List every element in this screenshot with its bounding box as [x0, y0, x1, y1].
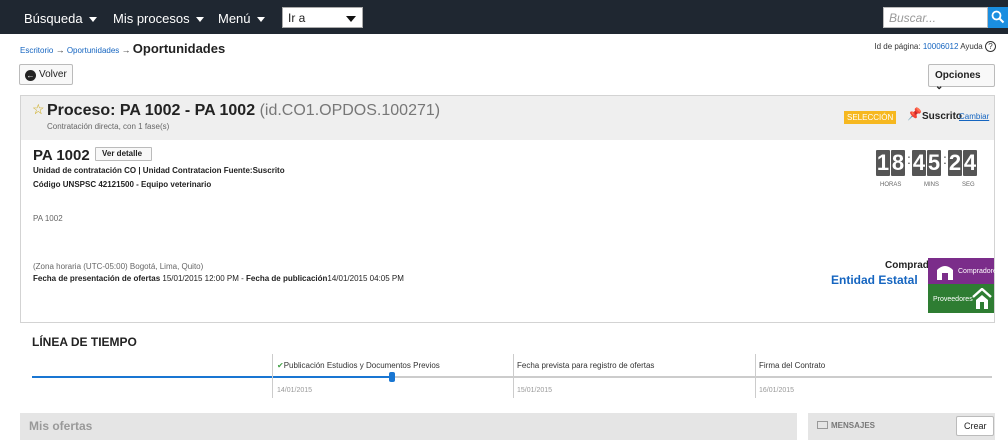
timeline-step-3: Firma del Contrato	[759, 361, 825, 370]
chevron-down-icon	[88, 17, 97, 23]
timeline-divider	[272, 354, 273, 398]
timezone: (Zona horaria (UTC-05:00) Bogotá, Lima, …	[33, 262, 204, 271]
buyers-badge: Compradores	[928, 258, 1000, 284]
timer-digit: 8	[891, 150, 905, 176]
unspsc-code: Código UNSPSC 42121500 - Equipo veterina…	[33, 180, 212, 189]
publication-date-label: Fecha de publicación	[246, 274, 328, 283]
timeline-step-2-label: Fecha prevista para registro de ofertas	[517, 361, 655, 370]
my-offers-section: Mis ofertas	[20, 413, 797, 440]
breadcrumb-link-oportunidades[interactable]: Oportunidades	[67, 46, 119, 55]
breadcrumb: Escritorio → Oportunidades → Oportunidad…	[20, 41, 225, 56]
timeline-step-2: Fecha prevista para registro de ofertas	[517, 361, 654, 370]
pin-icon: 📌	[907, 107, 922, 121]
envelope-icon	[817, 421, 828, 429]
menu-mis-procesos-label: Mis procesos	[113, 11, 190, 26]
supplier-icon	[972, 288, 992, 309]
page-id-label: Id de página:	[874, 42, 921, 51]
menu-menu-label: Menú	[218, 11, 251, 26]
timeline-divider	[513, 354, 514, 398]
timer-digit: 4	[912, 150, 926, 176]
menu-menu[interactable]: Menú	[218, 11, 265, 26]
breadcrumb-link-escritorio[interactable]: Escritorio	[20, 46, 53, 55]
publication-date: 14/01/2015 04:05 PM	[327, 274, 404, 283]
back-button-label: Volver	[39, 69, 67, 80]
back-button[interactable]: ← Volver	[19, 64, 73, 85]
timeline-step-1-label: Publicación Estudios y Documentos Previo…	[283, 361, 440, 370]
process-dates: Fecha de presentación de ofertas 15/01/2…	[33, 274, 404, 283]
contracting-unit: Unidad de contratación CO | Unidad Contr…	[33, 166, 285, 175]
menu-mis-procesos[interactable]: Mis procesos	[113, 11, 204, 26]
timer-hours-label: HORAS	[880, 182, 902, 188]
page-id-value[interactable]: 10006012	[923, 42, 959, 51]
offer-date-label: Fecha de presentación de ofertas	[33, 274, 161, 283]
dropdown-arrow-icon	[346, 16, 356, 22]
timeline-step-3-label: Firma del Contrato	[759, 361, 826, 370]
timeline-progress	[32, 376, 392, 378]
timer-digit: 4	[963, 150, 977, 176]
offer-date: 15/01/2015 12:00 PM	[162, 274, 239, 283]
timeline-date-1: 14/01/2015	[277, 387, 313, 394]
process-title: Proceso: PA 1002 - PA 1002 (id.CO1.OPDOS…	[47, 102, 440, 120]
process-description: PA 1002	[33, 214, 63, 223]
check-icon: ✔	[277, 361, 284, 370]
change-subscription-link[interactable]: Cambiar	[959, 112, 989, 121]
messages-label-text: MENSAJES	[831, 421, 876, 430]
timeline-step-1: ✔Publicación Estudios y Documentos Previ…	[277, 361, 440, 370]
process-id: (id.CO1.OPDOS.100271)	[259, 102, 441, 119]
options-button-label: Opciones	[935, 70, 981, 81]
suppliers-badge: Proveedores	[928, 284, 994, 313]
timer-mins-label: MINS	[924, 182, 939, 188]
options-button[interactable]: Opciones ⌄	[928, 64, 995, 92]
menu-busqueda[interactable]: Búsqueda	[24, 11, 97, 26]
buyer-link[interactable]: Entidad Estatal	[831, 273, 918, 287]
timeline-date-3: 16/01/2015	[759, 387, 795, 394]
process-title-text: Proceso: PA 1002 - PA 1002	[47, 102, 256, 119]
chevron-down-icon: ⌄	[935, 81, 944, 92]
top-navbar: Búsqueda Mis procesos Menú Ir a Buscar..…	[0, 0, 1008, 34]
breadcrumb-arrow-icon: →	[55, 45, 65, 55]
subscription-status: Suscrito	[922, 111, 963, 122]
countdown-timer: 1 8:4 5:2 4	[876, 150, 978, 176]
timeline-title: LÍNEA DE TIEMPO	[32, 335, 137, 349]
process-header: ☆ Proceso: PA 1002 - PA 1002 (id.CO1.OPD…	[21, 96, 994, 140]
process-panel: ☆ Proceso: PA 1002 - PA 1002 (id.CO1.OPD…	[20, 95, 1000, 323]
page-id: Id de página: 10006012 Ayuda ?	[874, 41, 996, 52]
chevron-down-icon	[256, 17, 265, 23]
create-message-button[interactable]: Crear	[956, 416, 994, 436]
help-icon[interactable]: ?	[985, 41, 996, 52]
page-title: Oportunidades	[132, 41, 226, 56]
goto-select[interactable]: Ir a	[282, 7, 363, 28]
star-icon[interactable]: ☆	[32, 101, 45, 118]
timeline-marker	[389, 372, 395, 382]
timeline-divider	[755, 354, 756, 398]
search-input[interactable]: Buscar...	[883, 7, 988, 28]
menu-busqueda-label: Búsqueda	[24, 11, 83, 26]
chevron-down-icon	[195, 17, 204, 23]
suppliers-badge-label: Proveedores	[933, 296, 973, 303]
timer-digit: 1	[876, 150, 890, 176]
timer-digit: 2	[948, 150, 962, 176]
timer-digit: 5	[927, 150, 941, 176]
search-button[interactable]	[988, 7, 1008, 28]
timeline-date-2: 15/01/2015	[517, 387, 553, 394]
breadcrumb-arrow-icon: →	[121, 45, 131, 55]
messages-label: MENSAJES	[817, 421, 875, 430]
timer-secs-label: SEG	[962, 182, 975, 188]
buyers-badge-label: Compradores	[958, 268, 1001, 275]
process-name: PA 1002	[33, 147, 90, 164]
process-subtitle: Contratación directa, con 1 fase(s)	[47, 122, 170, 131]
arrow-left-icon: ←	[25, 70, 36, 81]
date-separator: -	[241, 274, 244, 283]
search-icon	[991, 10, 1005, 24]
help-link[interactable]: Ayuda	[960, 42, 983, 51]
goto-select-value: Ir a	[288, 11, 306, 25]
status-badge: SELECCIÓN	[844, 111, 897, 124]
buyer-icon	[937, 266, 953, 280]
view-detail-button[interactable]: Ver detalle	[95, 147, 152, 161]
